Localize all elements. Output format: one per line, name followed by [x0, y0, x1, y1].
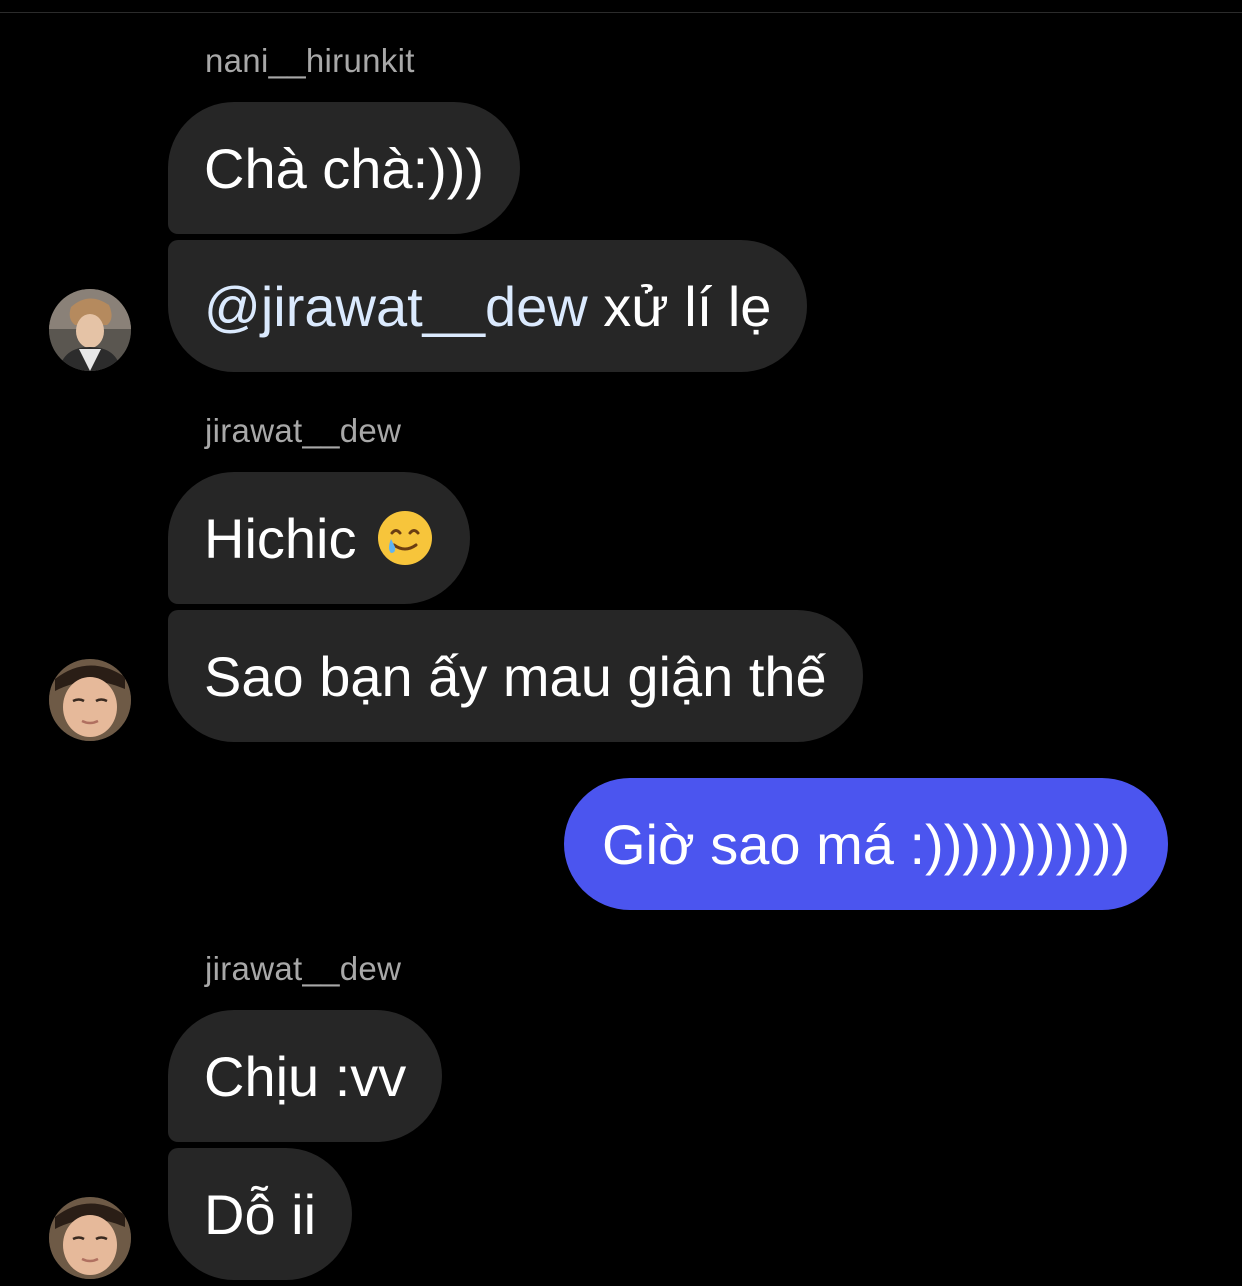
sender-name: nani__hirunkit — [205, 42, 415, 79]
user-avatar-nani[interactable] — [49, 289, 131, 371]
message-text: xử lí lẹ — [587, 274, 772, 338]
outgoing-message-bubble[interactable]: Giờ sao má :))))))))))) — [564, 778, 1169, 910]
user-avatar-jirawat[interactable] — [49, 659, 131, 741]
sender-name: jirawat__dew — [205, 950, 402, 987]
mention-link[interactable]: @jirawat__dew — [204, 274, 588, 339]
message-text: Hichic — [204, 506, 357, 570]
message-text: Dỗ ii — [204, 1182, 317, 1246]
user-avatar-jirawat[interactable] — [49, 1197, 131, 1279]
message-bubble[interactable]: Sao bạn ấy mau giận thế — [168, 610, 863, 742]
message-bubble[interactable]: @jirawat__dew xử lí lẹ — [168, 240, 808, 372]
sender-name: jirawat__dew — [205, 412, 402, 449]
message-bubble[interactable]: Hichic — [168, 472, 471, 604]
message-text: Giờ sao má :))))))))))) — [602, 812, 1131, 876]
smiling-face-with-tear-icon — [376, 509, 434, 567]
header-divider — [0, 12, 1242, 13]
message-text: Chịu :vv — [204, 1044, 407, 1108]
message-text: Sao bạn ấy mau giận thế — [204, 644, 827, 708]
message-bubble[interactable]: Dỗ ii — [168, 1148, 353, 1280]
message-text: Chà chà:))) — [204, 136, 485, 200]
message-bubble[interactable]: Chà chà:))) — [168, 102, 521, 234]
message-bubble[interactable]: Chịu :vv — [168, 1010, 443, 1142]
